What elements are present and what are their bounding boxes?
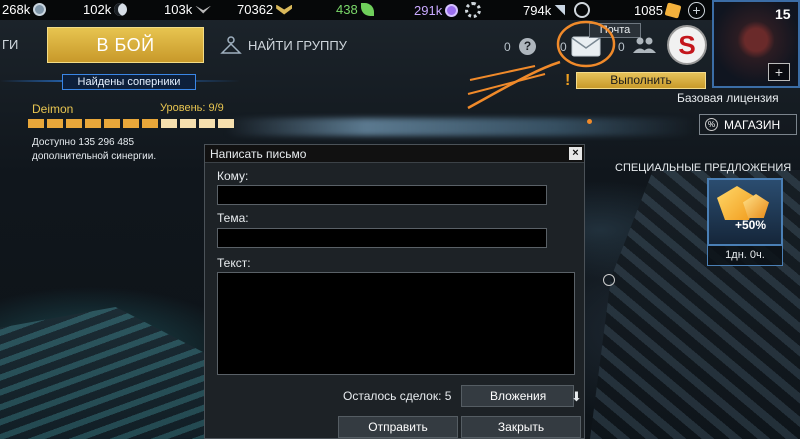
progress-segment — [161, 119, 177, 128]
close-button[interactable]: Закрыть — [461, 416, 581, 438]
resource-bar: 268k 102k 103k 70362 438 291k 794k 1085 … — [0, 0, 800, 20]
progress-segment — [218, 119, 234, 128]
find-group-label: НАЙТИ ГРУППУ — [248, 37, 347, 53]
progress-segment — [85, 119, 101, 128]
offer-timer: 1дн. 0ч. — [707, 246, 783, 266]
component-icon — [554, 4, 566, 16]
wings-icon — [195, 5, 212, 14]
progress-segment — [28, 119, 44, 128]
resource-rank[interactable]: 70362 — [237, 2, 293, 17]
resource-moon[interactable]: 102k — [83, 2, 128, 17]
station-marker-icon[interactable] — [603, 274, 615, 286]
license-label[interactable]: Базовая лицензия — [677, 91, 779, 105]
shop-icon: % — [705, 118, 718, 131]
progress-segment — [180, 119, 196, 128]
battle-button[interactable]: В БОЙ — [47, 27, 204, 63]
progress-segment — [142, 119, 158, 128]
synergy-line-1: Доступно 135 296 485 — [32, 137, 135, 148]
mail-icon[interactable] — [571, 36, 601, 57]
settings-gear-icon[interactable] — [465, 2, 482, 18]
gold-icon — [664, 2, 682, 19]
arrow-down-icon[interactable]: ⬇ — [571, 389, 582, 405]
group-icon[interactable] — [632, 36, 656, 54]
dialog-title: Написать письмо — [210, 147, 307, 161]
exchange-icon[interactable] — [574, 2, 591, 18]
close-icon[interactable]: × — [569, 147, 582, 160]
to-label: Кому: — [217, 169, 249, 183]
rival-player-name[interactable]: Deimon — [32, 102, 73, 116]
rank-icon — [276, 4, 293, 15]
shop-button[interactable]: % МАГАЗИН — [699, 114, 797, 135]
moon-icon — [114, 3, 128, 16]
warning-icon: ! — [565, 72, 571, 89]
player-level-badge: 15 — [775, 6, 791, 22]
help-count: 0 — [504, 40, 511, 54]
synergy-info: Доступно 135 296 485 дополнительной сине… — [32, 136, 232, 164]
orb-icon — [445, 3, 459, 17]
group-count: 0 — [618, 40, 625, 54]
leaf-icon — [360, 3, 374, 16]
execute-button[interactable]: Выполнить — [576, 72, 706, 89]
subject-label: Тема: — [217, 211, 249, 225]
attachments-button[interactable]: Вложения — [461, 385, 574, 407]
send-button[interactable]: Отправить — [338, 416, 458, 438]
rivals-found-tag: Найдены соперники — [62, 74, 196, 90]
resource-leaf[interactable]: 438 — [336, 2, 374, 17]
nav-tab-partial[interactable]: ГИ — [0, 30, 26, 60]
progress-segment — [123, 119, 139, 128]
shop-label: МАГАЗИН — [724, 117, 781, 132]
progress-segment — [104, 119, 120, 128]
find-group-icon — [220, 36, 242, 54]
special-offers-label: СПЕЦИАЛЬНЫЕ ПРЕДЛОЖЕНИЯ — [615, 162, 792, 174]
resource-gold[interactable]: 1085 + — [634, 2, 705, 19]
compose-mail-dialog: Написать письмо × Кому: Тема: Текст: Ост… — [204, 144, 585, 439]
offer-bonus: +50% — [735, 218, 767, 232]
corporation-emblem-icon[interactable]: S — [667, 25, 707, 65]
deals-remaining: Осталось сделок: 5 — [343, 389, 452, 403]
progress-segment — [47, 119, 63, 128]
text-label: Текст: — [217, 256, 251, 270]
progress-segment — [199, 119, 215, 128]
synergy-progress-bar — [28, 119, 234, 128]
add-gold-icon[interactable]: + — [687, 2, 705, 19]
special-offer-card[interactable]: +50% — [707, 178, 783, 246]
subject-input[interactable] — [217, 228, 547, 248]
recipient-input[interactable] — [217, 185, 547, 205]
rival-player-level: Уровень: 9/9 — [160, 102, 224, 114]
progress-segment — [66, 119, 82, 128]
resource-components[interactable]: 794k — [523, 2, 591, 18]
message-textarea[interactable] — [217, 272, 575, 375]
energy-beam — [225, 118, 695, 136]
resource-credits[interactable]: 268k — [2, 2, 47, 17]
credits-icon — [33, 3, 47, 16]
mail-count: 0 — [560, 40, 567, 54]
add-avatar-icon[interactable]: + — [768, 63, 790, 81]
dialog-header: Написать письмо × — [205, 145, 584, 163]
resource-orb[interactable]: 291k — [414, 2, 482, 18]
find-group-button[interactable]: НАЙТИ ГРУППУ — [220, 30, 390, 60]
resource-wings[interactable]: 103k — [164, 2, 212, 17]
help-icon[interactable]: ? — [519, 38, 536, 55]
notification-dot — [587, 119, 592, 124]
synergy-line-2: дополнительной синергии. — [32, 151, 157, 162]
